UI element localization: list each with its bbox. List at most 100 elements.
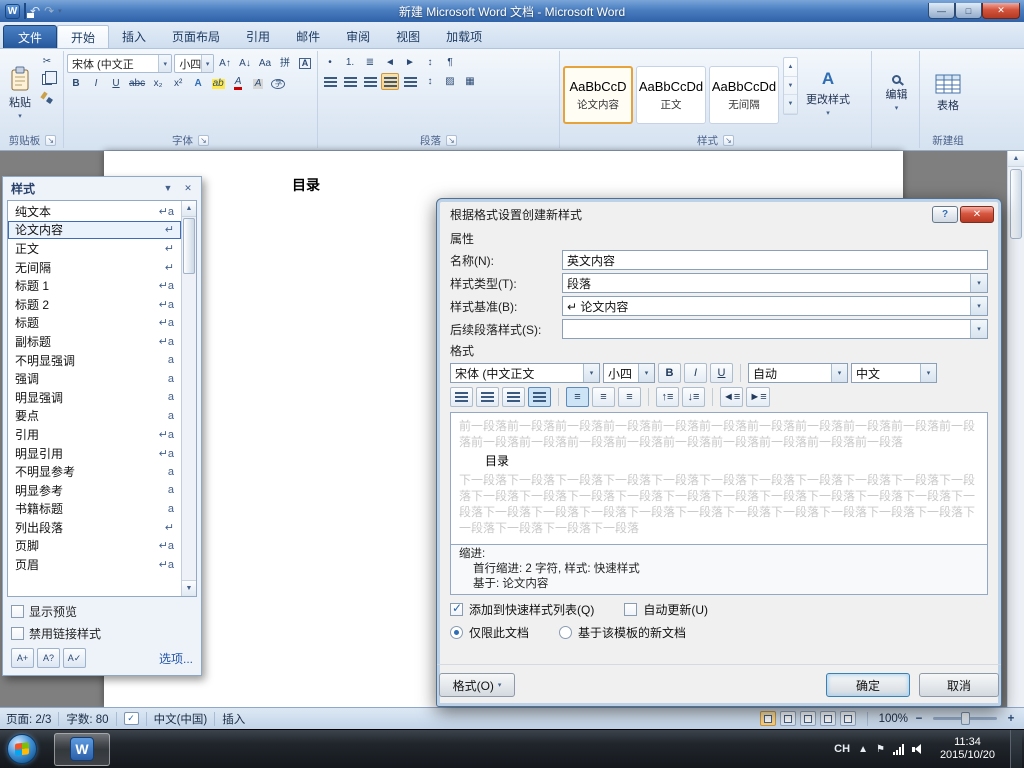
dialog-align-center-button[interactable] [476, 387, 499, 407]
new-style-button[interactable]: A+ [11, 648, 34, 668]
dialog-close-button[interactable]: ✕ [960, 205, 994, 223]
print-layout-view-button[interactable] [759, 711, 776, 726]
close-button[interactable]: ✕ [982, 3, 1020, 19]
maximize-button[interactable]: □ [955, 3, 982, 19]
tab-插入[interactable]: 插入 [109, 25, 159, 48]
dialog-single-spacing-button[interactable]: ≡ [566, 387, 589, 407]
character-border-button[interactable]: A [296, 55, 314, 72]
start-button[interactable] [0, 730, 44, 768]
justify-button[interactable] [381, 73, 399, 90]
volume-icon[interactable] [911, 743, 925, 755]
dialog-bold-button[interactable]: B [658, 363, 681, 383]
chevron-down-icon[interactable]: ▾ [970, 297, 987, 315]
redo-button[interactable]: ↷ [44, 5, 54, 17]
new-documents-template-radio[interactable] [559, 626, 573, 639]
styles-options-link[interactable]: 选项... [159, 650, 193, 667]
word-count[interactable]: 字数: 80 [66, 711, 108, 727]
dialog-field-dropdown-3[interactable]: ▾ [562, 319, 988, 339]
vertical-scrollbar[interactable]: ▲ [1007, 151, 1024, 707]
style-name-input[interactable] [562, 250, 988, 270]
style-item-页脚[interactable]: 页脚 ↵a [8, 537, 181, 556]
tab-引用[interactable]: 引用 [233, 25, 283, 48]
text-effects-button[interactable]: A [189, 75, 207, 92]
cut-button[interactable]: ✂ [38, 53, 56, 70]
chevron-down-icon[interactable]: ▾ [970, 274, 987, 292]
dialog-font-name-arrow[interactable]: ▾ [583, 364, 599, 382]
format-painter-button[interactable] [38, 89, 56, 106]
numbering-button[interactable]: 1. [341, 54, 359, 71]
grow-font-button[interactable]: A↑ [216, 55, 234, 72]
styles-list-scrollbar[interactable]: ▲ ▼ [181, 201, 196, 596]
dialog-align-right-button[interactable] [502, 387, 525, 407]
superscript-button[interactable]: x² [169, 75, 187, 92]
dialog-space-before-button[interactable]: ↑≡ [656, 387, 679, 407]
tab-邮件[interactable]: 邮件 [283, 25, 333, 48]
quick-style-论文内容[interactable]: AaBbCcD 论文内容 [563, 66, 633, 124]
add-to-quick-list-checkbox[interactable] [450, 602, 463, 616]
dialog-space-after-button[interactable]: ↓≡ [682, 387, 705, 407]
dialog-field-dropdown-1[interactable]: 段落 ▾ [562, 273, 988, 293]
increase-indent-button[interactable]: ► [401, 54, 419, 71]
multilevel-list-button[interactable]: ≣ [361, 54, 379, 71]
zoom-in-button[interactable]: + [1004, 712, 1018, 726]
style-item-副标题[interactable]: 副标题 ↵a [8, 332, 181, 351]
style-item-标题[interactable]: 标题 ↵a [8, 314, 181, 333]
strikethrough-button[interactable]: abc [127, 75, 147, 92]
quick-style-正文[interactable]: AaBbCcDd 正文 [636, 66, 706, 124]
tab-页面布局[interactable]: 页面布局 [159, 25, 233, 48]
shrink-font-button[interactable]: A↓ [236, 55, 254, 72]
table-button[interactable]: 表格 [931, 70, 965, 116]
styles-pane-menu-button[interactable]: ▼ [160, 181, 176, 196]
input-language-indicator[interactable]: CH [834, 743, 850, 755]
dialog-font-size-arrow[interactable]: ▾ [638, 364, 654, 382]
subscript-button[interactable]: x₂ [149, 75, 167, 92]
paragraph-dialog-launcher[interactable]: ↘ [446, 135, 457, 146]
zoom-slider[interactable] [933, 712, 997, 725]
style-item-要点[interactable]: 要点 a [8, 407, 181, 426]
dialog-font-color-combo[interactable]: 自动 ▾ [748, 363, 848, 383]
tab-加载项[interactable]: 加载项 [433, 25, 495, 48]
show-desktop-button[interactable] [1010, 729, 1022, 768]
outline-view-button[interactable] [819, 711, 836, 726]
style-item-不明显强调[interactable]: 不明显强调 a [8, 351, 181, 370]
web-layout-view-button[interactable] [799, 711, 816, 726]
dialog-italic-button[interactable]: I [684, 363, 707, 383]
style-item-列出段落[interactable]: 列出段落 ↵ [8, 518, 181, 537]
font-dialog-launcher[interactable]: ↘ [198, 135, 209, 146]
styles-scroll-down[interactable]: ▼ [182, 580, 196, 596]
zoom-out-button[interactable]: − [912, 712, 926, 726]
enclose-characters-button[interactable]: 字 [269, 75, 287, 92]
decrease-indent-button[interactable]: ◄ [381, 54, 399, 71]
dialog-align-left-button[interactable] [450, 387, 473, 407]
minimize-button[interactable]: — [928, 3, 955, 19]
style-item-强调[interactable]: 强调 a [8, 369, 181, 388]
network-icon[interactable] [892, 743, 904, 755]
italic-button[interactable]: I [87, 75, 105, 92]
font-size-combo[interactable]: 小四 ▾ [174, 54, 214, 73]
dialog-font-name-combo[interactable]: 宋体 (中文正文 ▾ [450, 363, 600, 383]
styles-pane-close-button[interactable]: ✕ [180, 181, 196, 196]
character-shading-button[interactable]: A [249, 75, 267, 92]
style-item-标题 2[interactable]: 标题 2 ↵a [8, 295, 181, 314]
gallery-up-arrow[interactable]: ▲ [784, 58, 797, 77]
font-name-dropdown-arrow[interactable]: ▾ [158, 55, 172, 72]
hidden-icons-button[interactable]: ▲ [858, 744, 868, 755]
disable-linked-styles-checkbox[interactable] [11, 627, 24, 640]
align-right-button[interactable] [361, 73, 379, 90]
style-item-引用[interactable]: 引用 ↵a [8, 425, 181, 444]
underline-button[interactable]: U [107, 75, 125, 92]
zoom-slider-thumb[interactable] [961, 712, 970, 725]
pinyin-guide-button[interactable]: 拼 [276, 55, 294, 72]
shading-button[interactable]: ▨ [441, 73, 459, 90]
dialog-justify-button[interactable] [528, 387, 551, 407]
clipboard-dialog-launcher[interactable]: ↘ [45, 135, 57, 146]
tab-视图[interactable]: 视图 [383, 25, 433, 48]
font-name-combo[interactable]: 宋体 (中文正 ▾ [67, 54, 173, 73]
page-indicator[interactable]: 页面: 2/3 [6, 711, 51, 727]
tab-审阅[interactable]: 审阅 [333, 25, 383, 48]
style-item-纯文本[interactable]: 纯文本 ↵a [8, 202, 181, 221]
clock[interactable]: 11:34 2015/10/20 [933, 736, 1002, 762]
show-hide-marks-button[interactable]: ¶ [441, 54, 459, 71]
line-spacing-button[interactable]: ↕ [421, 73, 439, 90]
proofing-status-icon[interactable]: ✓ [123, 712, 139, 725]
